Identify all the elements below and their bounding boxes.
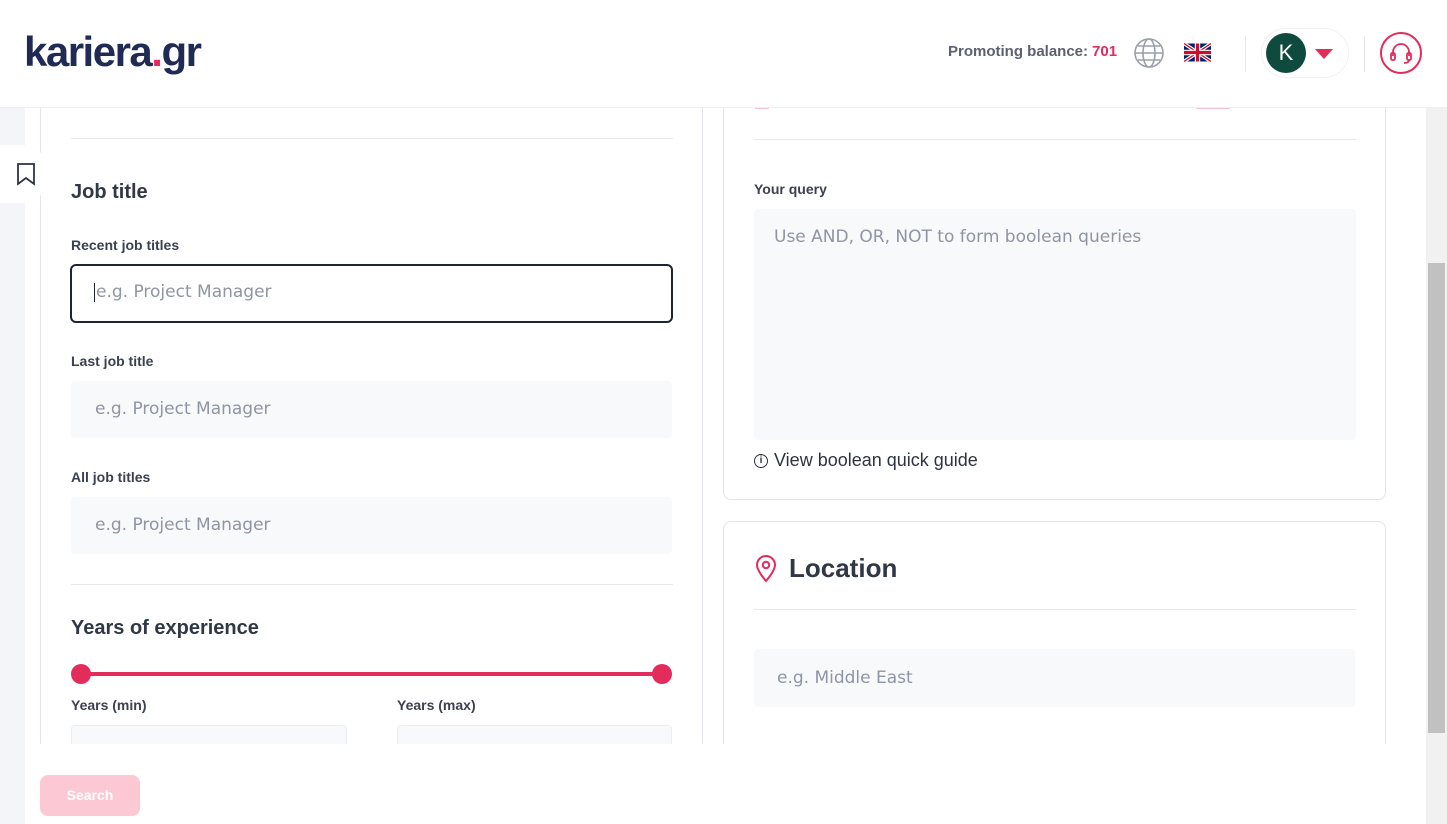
boolean-guide-link[interactable]: i View boolean quick guide bbox=[754, 450, 978, 471]
clipped-section-icon bbox=[755, 108, 769, 109]
last-job-title-input[interactable]: e.g. Project Manager bbox=[71, 381, 672, 438]
promoting-balance: Promoting balance: 701 bbox=[948, 43, 1117, 60]
search-button[interactable]: Search bbox=[40, 775, 140, 816]
text-caret bbox=[94, 282, 95, 302]
top-header: kariera.gr Promoting balance: 701 K bbox=[0, 0, 1447, 108]
experience-min-handle[interactable] bbox=[71, 664, 91, 684]
years-experience-heading: Years of experience bbox=[71, 617, 259, 639]
years-max-input[interactable] bbox=[397, 725, 672, 744]
location-pin-icon bbox=[754, 555, 778, 583]
promo-value: 701 bbox=[1092, 43, 1118, 60]
job-title-heading: Job title bbox=[71, 181, 148, 203]
boolean-guide-text: View boolean quick guide bbox=[774, 450, 978, 470]
divider bbox=[71, 138, 673, 139]
info-icon: i bbox=[754, 453, 768, 468]
page: kariera.gr Promoting balance: 701 K Job … bbox=[0, 0, 1447, 824]
divider bbox=[754, 609, 1356, 610]
recent-job-titles-label: Recent job titles bbox=[71, 237, 180, 253]
clipped-badge bbox=[1194, 108, 1232, 109]
site-logo[interactable]: kariera.gr bbox=[24, 28, 202, 76]
all-job-titles-input[interactable]: e.g. Project Manager bbox=[71, 497, 672, 554]
years-max-label: Years (max) bbox=[397, 697, 476, 713]
divider bbox=[754, 139, 1356, 140]
your-query-label: Your query bbox=[754, 181, 827, 197]
chevron-down-icon bbox=[1315, 49, 1333, 59]
recent-job-titles-input[interactable]: e.g. Project Manager bbox=[70, 264, 673, 323]
header-divider bbox=[1245, 36, 1246, 72]
boolean-query-textarea[interactable]: Use AND, OR, NOT to form boolean queries bbox=[754, 209, 1356, 440]
headset-icon[interactable] bbox=[1380, 32, 1422, 74]
last-job-title-label: Last job title bbox=[71, 353, 154, 369]
logo-dot: . bbox=[151, 28, 163, 75]
left-rail bbox=[0, 108, 25, 824]
main-content: Job title Recent job titles e.g. Project… bbox=[25, 108, 1426, 744]
years-min-label: Years (min) bbox=[71, 697, 147, 713]
bottom-action-bar: Search bbox=[25, 744, 1426, 824]
logo-main: kariera bbox=[24, 28, 153, 75]
logo-tld: gr bbox=[161, 28, 202, 75]
uk-flag-icon[interactable] bbox=[1183, 42, 1212, 63]
location-input[interactable]: e.g. Middle East bbox=[754, 649, 1355, 707]
years-min-input[interactable] bbox=[71, 725, 347, 744]
user-menu[interactable]: K bbox=[1261, 28, 1349, 78]
bookmark-icon bbox=[17, 163, 35, 186]
experience-slider-track[interactable] bbox=[81, 672, 662, 676]
header-divider bbox=[1364, 36, 1365, 72]
scrollbar-thumb[interactable] bbox=[1428, 263, 1445, 733]
recent-job-titles-placeholder: e.g. Project Manager bbox=[96, 282, 272, 302]
globe-icon[interactable] bbox=[1133, 37, 1165, 69]
job-filters-card: Job title Recent job titles e.g. Project… bbox=[40, 108, 703, 744]
avatar: K bbox=[1266, 33, 1306, 73]
promo-label: Promoting balance: bbox=[948, 43, 1089, 60]
location-card: Location e.g. Middle East bbox=[723, 521, 1386, 744]
location-heading: Location bbox=[789, 553, 898, 583]
boolean-query-card: Your query Use AND, OR, NOT to form bool… bbox=[723, 108, 1386, 500]
divider bbox=[71, 584, 673, 585]
all-job-titles-label: All job titles bbox=[71, 469, 151, 485]
experience-max-handle[interactable] bbox=[652, 664, 672, 684]
